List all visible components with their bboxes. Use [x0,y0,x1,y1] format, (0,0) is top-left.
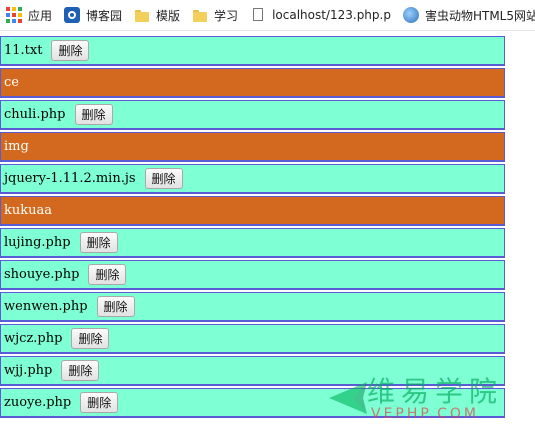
delete-button[interactable]: 删除 [88,264,127,285]
file-name: chuli.php [4,107,66,122]
folder-icon [192,7,208,23]
file-name: shouye.php [4,267,80,282]
file-name: wjcz.php [4,331,63,346]
bookmark-label: 博客园 [86,8,123,23]
file-name: wjj.php [4,363,53,378]
delete-button[interactable]: 删除 [71,328,110,349]
delete-button[interactable]: 删除 [61,360,100,381]
file-row: wjcz.php 删除 [0,324,505,354]
cnblogs-icon [64,7,81,23]
page-icon [250,7,266,23]
directory-row[interactable]: kukuaa [0,196,505,226]
bookmark-label: localhost/123.php.p [272,8,391,22]
delete-button[interactable]: 删除 [74,104,113,125]
globe-icon [402,7,419,23]
file-name: jquery-1.11.2.min.js [4,171,136,186]
bookmark-cnblogs[interactable]: 博客园 [64,4,128,26]
delete-button[interactable]: 删除 [79,232,118,253]
apps-grid-icon [6,7,22,23]
delete-button[interactable]: 删除 [80,392,119,413]
delete-button[interactable]: 删除 [51,40,90,61]
file-name: zuoye.php [4,395,72,410]
bookmark-localhost[interactable]: localhost/123.php.p [250,4,397,26]
file-row: shouye.php 删除 [0,260,505,290]
file-list: 11.txt 删除 ce chuli.php 删除 img jquery-1.1… [0,36,505,418]
file-row: lujing.php 删除 [0,228,505,258]
directory-row[interactable]: img [0,132,505,162]
file-name: 11.txt [4,43,43,58]
file-row: jquery-1.11.2.min.js 删除 [0,164,505,194]
bookmark-templates[interactable]: 模版 [134,4,186,26]
folder-icon [134,7,150,23]
directory-name[interactable]: ce [4,75,19,90]
bookmark-label: 应用 [28,8,53,23]
file-name: lujing.php [4,235,71,250]
delete-button[interactable]: 删除 [144,168,183,189]
bookmark-label: 学习 [214,8,239,23]
file-row: 11.txt 删除 [0,36,505,66]
file-row: wenwen.php 删除 [0,292,505,322]
file-name: wenwen.php [4,299,88,314]
bookmark-label: 害虫动物HTML5网站 [424,8,535,23]
file-row: chuli.php 删除 [0,100,505,130]
bookmark-label: 模版 [156,8,181,23]
directory-name[interactable]: kukuaa [4,203,52,218]
bookmarks-bar: 应用 博客园 模版 学习 localhost/123.php.p 害虫动物HTM… [0,0,535,31]
bookmark-html5-site[interactable]: 害虫动物HTML5网站 [402,4,535,26]
delete-button[interactable]: 删除 [96,296,135,317]
directory-name[interactable]: img [4,139,29,154]
file-row: zuoye.php 删除 [0,388,505,418]
directory-row[interactable]: ce [0,68,505,98]
bookmark-study[interactable]: 学习 [192,4,244,26]
file-row: wjj.php 删除 [0,356,505,386]
bookmark-apps[interactable]: 应用 [6,4,58,26]
